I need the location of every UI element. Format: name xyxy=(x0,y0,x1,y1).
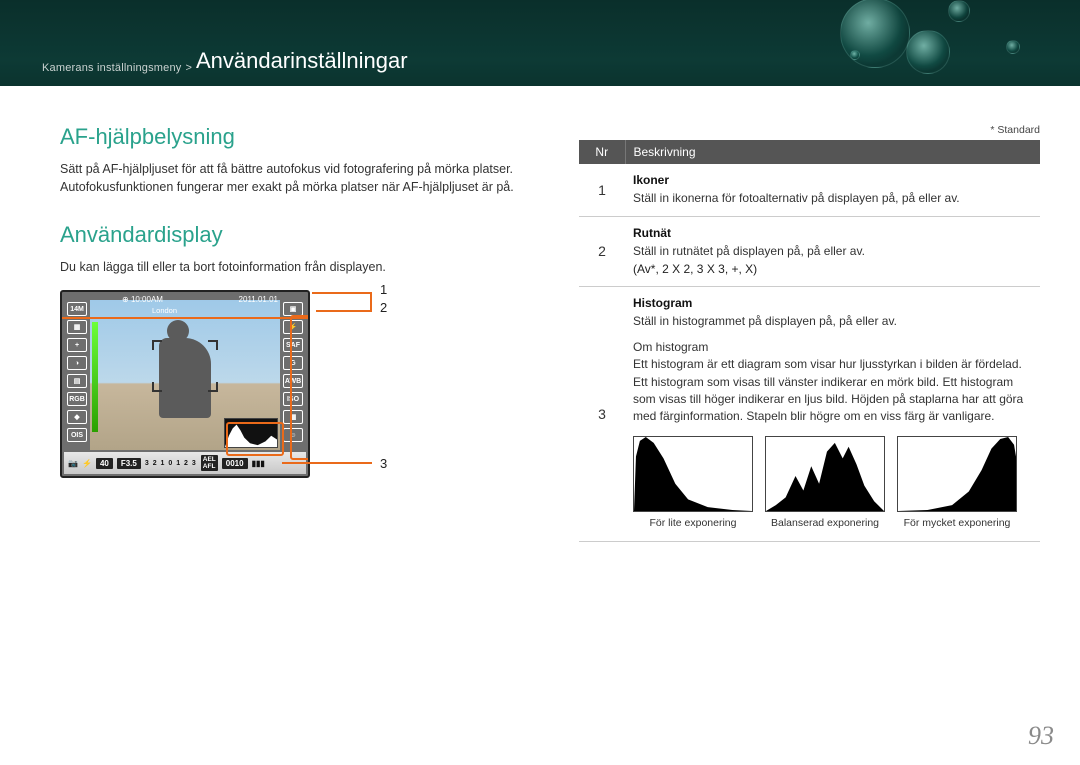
table-header-desc: Beskrivning xyxy=(625,140,1040,164)
ois-icon: OIS xyxy=(67,428,87,442)
row-desc: Ställ in histogrammet på displayen på, p… xyxy=(633,314,897,328)
histogram-overexposed xyxy=(897,436,1017,512)
frames-remaining: 0010 xyxy=(222,458,248,469)
ael-afl-badge: AELAFL xyxy=(201,455,218,471)
lead-line xyxy=(370,292,372,312)
header-decoration xyxy=(800,0,1060,90)
section-title-display: Användardisplay xyxy=(60,222,535,248)
callout-box-histogram xyxy=(226,422,284,456)
callout-number-2: 2 xyxy=(380,300,387,315)
focus-bracket xyxy=(208,340,218,350)
battery-icon: ▮▮▮ xyxy=(252,459,265,468)
histogram-caption: Balanserad exponering xyxy=(765,516,885,531)
subject-silhouette xyxy=(155,320,215,430)
histogram-underexposed xyxy=(633,436,753,512)
page-header: Kamerans inställningsmeny > Användarinst… xyxy=(0,0,1080,86)
section-text-af: Sätt på AF-hjälpljuset för att få bättre… xyxy=(60,160,535,196)
subsection-desc: Ett histogram är ett diagram som visar h… xyxy=(633,357,1023,423)
sharp-icon: ◆ xyxy=(67,410,87,424)
flash-icon: ⚡ xyxy=(82,459,92,468)
table-row: 1 Ikoner Ställ in ikonerna för fotoalter… xyxy=(579,164,1040,216)
table-row: 2 Rutnät Ställ in rutnätet på displayen … xyxy=(579,216,1040,286)
section-title-af: AF-hjälpbelysning xyxy=(60,124,535,150)
histogram-caption: För mycket exponering xyxy=(897,516,1017,531)
metering-icon: ◑ xyxy=(67,356,87,370)
focus-bracket xyxy=(208,382,218,392)
breadcrumb-current: Användarinställningar xyxy=(196,48,408,74)
section-text-display: Du kan lägga till eller ta bort fotoinfo… xyxy=(60,258,535,276)
histogram-caption: För lite exponering xyxy=(633,516,753,531)
focus-bracket xyxy=(152,340,162,350)
quality-icon: ▦ xyxy=(67,320,87,334)
description-table: Nr Beskrivning 1 Ikoner Ställ in ikonern… xyxy=(579,140,1040,542)
table-row: 3 Histogram Ställ in histogrammet på dis… xyxy=(579,286,1040,541)
lead-line xyxy=(282,462,372,464)
callout-box-icons xyxy=(60,290,310,319)
histogram-balanced xyxy=(765,436,885,512)
colorspace-icon: RGB xyxy=(67,392,87,406)
breadcrumb-parent: Kamerans inställningsmeny xyxy=(42,62,182,74)
aperture-value: F3.5 xyxy=(117,458,141,469)
row-label: Ikoner xyxy=(633,172,1032,189)
row-number: 3 xyxy=(579,286,625,541)
subsection-title: Om histogram xyxy=(633,340,708,354)
camera-display-figure: ⊕ 10:00AM 2011.01.01 London 14M ▦ + ◑ ▤ … xyxy=(60,290,390,478)
row-desc: Ställ in ikonerna för fotoalternativ på … xyxy=(633,191,960,205)
row-number: 1 xyxy=(579,164,625,216)
focus-bracket xyxy=(152,382,162,392)
shutter-value: 40 xyxy=(96,458,113,469)
lead-line xyxy=(316,310,372,312)
left-icon-column: 14M ▦ + ◑ ▤ RGB ◆ OIS xyxy=(65,300,89,450)
callout-box-right-icons xyxy=(290,315,310,460)
plus-icon: + xyxy=(67,338,87,352)
table-header-nr: Nr xyxy=(579,140,625,164)
row-label: Rutnät xyxy=(633,225,1032,242)
histogram-examples: För lite exponering Balanserad exponerin… xyxy=(633,436,1032,531)
row-options: (Av*, 2 X 2, 3 X 3, +, X) xyxy=(633,262,757,276)
pattern-icon: ▤ xyxy=(67,374,87,388)
lead-line xyxy=(312,292,372,294)
camera-screen: ⊕ 10:00AM 2011.01.01 London 14M ▦ + ◑ ▤ … xyxy=(60,290,310,478)
callout-number-1: 1 xyxy=(380,282,387,297)
row-desc: Ställ in rutnätet på displayen på, på el… xyxy=(633,244,865,258)
ev-scale: 3 2 1 0 1 2 3 xyxy=(145,460,197,467)
exposure-bar xyxy=(92,322,98,432)
breadcrumb-separator: > xyxy=(186,62,192,74)
mode-icon: 📷 xyxy=(68,459,78,468)
page-number: 93 xyxy=(1028,721,1054,751)
standard-note: * Standard xyxy=(579,124,1040,136)
row-label: Histogram xyxy=(633,295,1032,312)
callout-number-3: 3 xyxy=(380,456,387,471)
row-number: 2 xyxy=(579,216,625,286)
